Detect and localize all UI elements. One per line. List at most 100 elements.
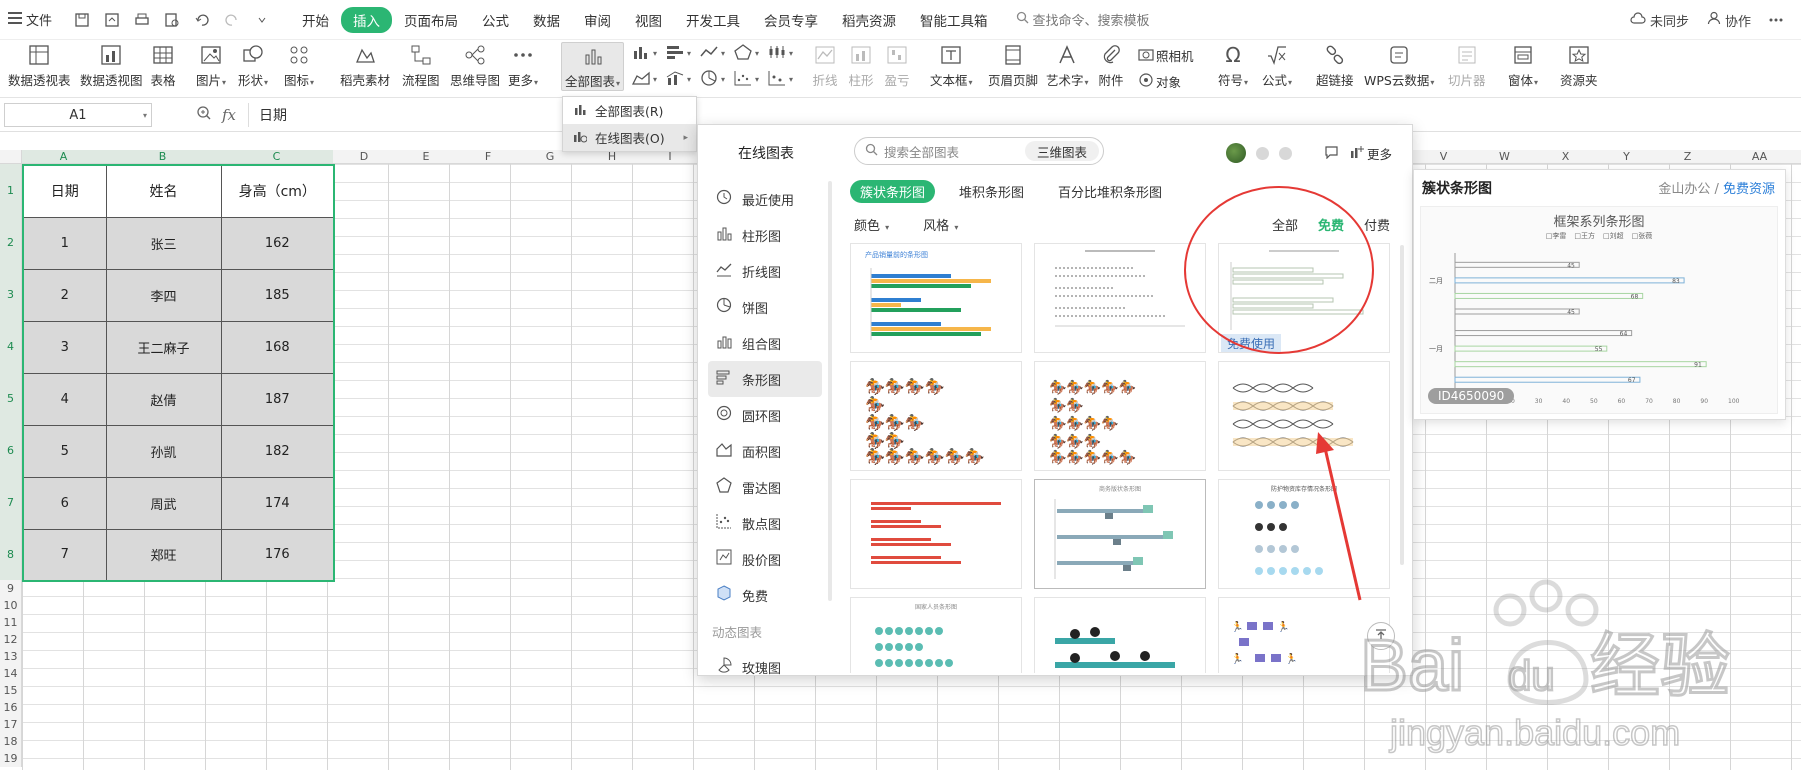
chart-template[interactable]: [1034, 243, 1206, 353]
icon-button[interactable]: 图标▾: [284, 42, 314, 89]
more-options-icon[interactable]: [1769, 18, 1783, 22]
select-all-corner[interactable]: [0, 150, 22, 164]
row-header-7[interactable]: 7: [0, 476, 22, 528]
column-header-y[interactable]: Y: [1596, 150, 1657, 164]
file-menu[interactable]: 文件: [0, 0, 64, 40]
row-header-19[interactable]: 19: [0, 750, 22, 767]
tab-smart-tools[interactable]: 智能工具箱: [908, 6, 1000, 34]
tab-view[interactable]: 视图: [623, 6, 674, 34]
wordart-button[interactable]: 艺术字▾: [1046, 42, 1089, 89]
tab-developer[interactable]: 开发工具: [674, 6, 752, 34]
tab-formulas[interactable]: 公式: [470, 6, 521, 34]
tab-page-layout[interactable]: 页面布局: [392, 6, 470, 34]
table-cell[interactable]: 张三: [105, 216, 222, 270]
pivot-chart-button[interactable]: 数据透视图: [80, 42, 143, 89]
sidebar-item-area[interactable]: 面积图: [708, 433, 822, 469]
chart-template[interactable]: 产品销量前的条形图: [850, 243, 1022, 353]
resource-folder-button[interactable]: 资源夹: [1560, 42, 1598, 89]
slicer-button[interactable]: 切片器: [1448, 42, 1486, 89]
column-header-a[interactable]: A: [22, 150, 105, 164]
table-button[interactable]: 表格: [150, 42, 176, 89]
zoom-icon[interactable]: [196, 105, 212, 125]
subtab-clustered-bar[interactable]: 簇状条形图: [850, 180, 936, 203]
sparkline-column-button[interactable]: 柱形: [848, 42, 874, 89]
chart-search-input[interactable]: 搜索全部图表 三维图表: [854, 137, 1104, 165]
chart-template[interactable]: 🏇🏇🏇🏇🏇 🏇🏇 🏇🏇🏇🏇 🏇🏇🏇 🏇🏇🏇🏇🏇: [1034, 361, 1206, 471]
comment-icon[interactable]: [1324, 145, 1339, 162]
column-header-i[interactable]: I: [643, 150, 697, 164]
price-paid[interactable]: 付费: [1364, 215, 1390, 234]
row-header-12[interactable]: 12: [0, 631, 22, 648]
row-header-10[interactable]: 10: [0, 597, 22, 614]
more-menu[interactable]: 更多: [1349, 144, 1392, 163]
sidebar-item-radar[interactable]: 雷达图: [708, 469, 822, 505]
tab-home[interactable]: 开始: [290, 6, 341, 34]
table-cell[interactable]: 1: [22, 216, 107, 270]
row-header-14[interactable]: 14: [0, 665, 22, 682]
object-button[interactable]: 对象: [1138, 72, 1181, 91]
bar-chart-dropdown[interactable]: ▾: [666, 44, 691, 63]
save-icon[interactable]: [72, 10, 92, 30]
table-cell[interactable]: 185: [220, 268, 335, 322]
sparkline-line-button[interactable]: 折线: [812, 42, 838, 89]
row-header-4[interactable]: 4: [0, 320, 22, 372]
sidebar-scrollbar[interactable]: [828, 181, 832, 601]
redo-icon[interactable]: [222, 10, 242, 30]
row-header-2[interactable]: 2: [0, 216, 22, 268]
table-cell[interactable]: 郑旺: [105, 528, 222, 582]
sidebar-item-stock[interactable]: 股价图: [708, 541, 822, 577]
column-header-z[interactable]: Z: [1657, 150, 1718, 164]
picture-button[interactable]: 图片▾: [196, 42, 226, 89]
symbol-button[interactable]: Ω 符号▾: [1218, 42, 1248, 89]
row-header-16[interactable]: 16: [0, 699, 22, 716]
tab-data[interactable]: 数据: [521, 6, 572, 34]
subtab-stacked-bar[interactable]: 堆积条形图: [949, 180, 1034, 203]
docer-material-button[interactable]: 稻壳素材: [340, 42, 390, 89]
tab-review[interactable]: 审阅: [572, 6, 623, 34]
chart-template[interactable]: [1034, 597, 1206, 673]
table-cell[interactable]: 7: [22, 528, 107, 582]
subtab-percent-stacked-bar[interactable]: 百分比堆积条形图: [1048, 180, 1172, 203]
tab-member[interactable]: 会员专享: [752, 6, 830, 34]
table-cell[interactable]: 3: [22, 320, 107, 374]
row-header-17[interactable]: 17: [0, 716, 22, 733]
table-cell[interactable]: 孙凯: [105, 424, 222, 478]
table-cell[interactable]: 身高（cm）: [220, 164, 335, 218]
table-cell[interactable]: 176: [220, 528, 335, 582]
avatar[interactable]: [1225, 143, 1246, 163]
template-scrollbar[interactable]: [1400, 245, 1404, 565]
style-filter[interactable]: 风格 ▾: [923, 215, 958, 234]
3d-chart-button[interactable]: 三维图表: [1024, 141, 1099, 161]
table-cell[interactable]: 187: [220, 372, 335, 426]
shape-button[interactable]: 形状▾: [238, 42, 268, 89]
pie-chart-dropdown[interactable]: ▾: [700, 70, 725, 89]
textbox-button[interactable]: 文本框▾: [930, 42, 973, 89]
sidebar-item-donut[interactable]: 圆环图: [708, 397, 822, 433]
table-cell[interactable]: 赵倩: [105, 372, 222, 426]
row-header-9[interactable]: 9: [0, 580, 22, 597]
name-box[interactable]: A1 ▾: [4, 103, 152, 127]
collab-button[interactable]: 协作: [1707, 11, 1751, 30]
row-header-18[interactable]: 18: [0, 733, 22, 750]
menu-item-online-charts[interactable]: 在线图表(O) ▸: [563, 124, 696, 151]
line-chart-dropdown[interactable]: ▾: [700, 44, 725, 63]
undo-icon[interactable]: [192, 10, 212, 30]
column-header-x[interactable]: X: [1535, 150, 1596, 164]
camera-button[interactable]: 照相机: [1138, 46, 1194, 65]
scatter-chart-dropdown[interactable]: ▾: [734, 70, 759, 89]
table-cell[interactable]: 周武: [105, 476, 222, 530]
table-cell[interactable]: 4: [22, 372, 107, 426]
stock-chart-dropdown[interactable]: ▾: [768, 44, 793, 63]
chart-template[interactable]: 国家人员条形图: [850, 597, 1022, 673]
pivot-table-button[interactable]: 数据透视表: [8, 42, 71, 89]
print-preview-icon[interactable]: [162, 10, 182, 30]
row-header-8[interactable]: 8: [0, 528, 22, 580]
menu-item-all-charts[interactable]: 全部图表(R): [563, 97, 696, 124]
command-search[interactable]: 查找命令、搜索模板: [1016, 10, 1150, 29]
other-chart-dropdown[interactable]: ▾: [768, 70, 793, 89]
fx-icon[interactable]: fx: [222, 106, 236, 124]
header-footer-button[interactable]: 页眉页脚: [988, 42, 1038, 89]
column-header-d[interactable]: D: [333, 150, 395, 164]
table-cell[interactable]: 6: [22, 476, 107, 530]
tab-insert[interactable]: 插入: [341, 6, 393, 33]
